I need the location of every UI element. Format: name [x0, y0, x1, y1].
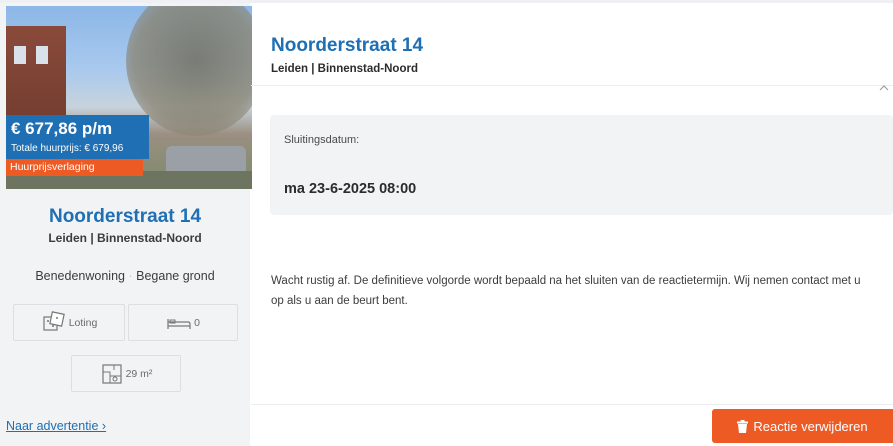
allocation-label: Loting: [68, 316, 98, 329]
header-divider: [251, 85, 893, 86]
floorplan-icon: [101, 363, 122, 384]
chevron-up-icon[interactable]: [879, 80, 889, 94]
discount-badge: Huurprijsverlaging: [6, 159, 143, 176]
status-message: Wacht rustig af. De definitieve volgorde…: [271, 275, 861, 307]
dice-icon: [43, 310, 65, 331]
area-value: 29 m²: [125, 367, 153, 380]
feature-allocation: Loting: [13, 304, 125, 341]
detail-location: Leiden | Binnenstad-Noord: [271, 63, 418, 75]
deadline-value: ma 23-6-2025 08:00: [284, 181, 417, 197]
footer-divider: [251, 404, 893, 405]
type-separator: ·: [128, 269, 133, 283]
bed-icon: [167, 318, 191, 329]
feature-bedrooms: 0: [128, 304, 238, 341]
bedrooms-count: 0: [194, 316, 200, 329]
listing-card: € 677,86 p/m Totale huurprijs: € 679,96 …: [0, 3, 252, 446]
dwelling-type: Benedenwoning: [35, 269, 125, 283]
listing-street: Noorderstraat 14: [48, 206, 202, 227]
monthly-price: € 677,86 p/m: [11, 119, 113, 138]
trash-icon: [737, 419, 749, 433]
delete-reaction-label: Reactie verwijderen: [753, 418, 868, 434]
floor-level: Begane grond: [136, 269, 215, 283]
deadline-panel: Sluitingsdatum: ma 23-6-2025 08:00: [270, 115, 893, 215]
view-advertisement-link[interactable]: Naar advertentie ›: [6, 419, 106, 433]
detail-title: Noorderstraat 14: [271, 35, 424, 56]
total-rent: Totale huurprijs: € 679,96: [11, 143, 124, 154]
listing-location: Leiden | Binnenstad-Noord: [48, 231, 202, 245]
feature-area: 29 m²: [71, 355, 181, 392]
listing-type: Benedenwoning · Begane grond: [0, 269, 250, 283]
deadline-label: Sluitingsdatum:: [284, 134, 360, 146]
delete-reaction-button[interactable]: Reactie verwijderen: [712, 409, 893, 443]
price-badge: € 677,86 p/m Totale huurprijs: € 679,96: [6, 115, 149, 159]
